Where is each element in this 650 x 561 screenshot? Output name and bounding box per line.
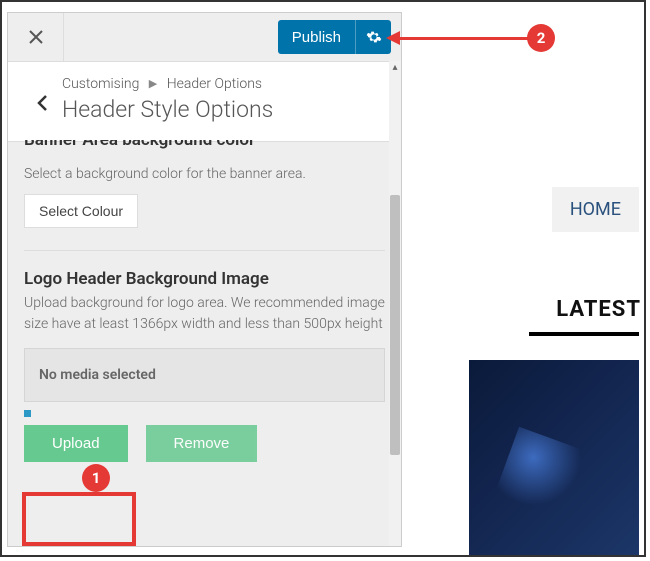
no-media-label: No media selected <box>39 367 156 383</box>
breadcrumb-root: Customising <box>62 76 139 92</box>
latest-heading: LATEST <box>556 297 641 322</box>
banner-section-heading-cut: Banner Area background color <box>24 140 385 150</box>
annotation-badge-2: 2 <box>527 24 555 52</box>
logo-section-heading: Logo Header Background Image <box>24 269 385 289</box>
panel-body: Banner Area background color Select a ba… <box>8 142 401 478</box>
select-colour-button[interactable]: Select Colour <box>24 194 138 228</box>
breadcrumb: Customising ▶ Header Options <box>62 76 387 92</box>
logo-section-desc: Upload background for logo area. We reco… <box>24 293 385 334</box>
resize-handle-icon <box>24 410 31 417</box>
chevron-right-icon: ▶ <box>149 77 157 90</box>
close-icon[interactable] <box>8 13 64 61</box>
annotation-arrow-head <box>386 31 400 45</box>
publish-button[interactable]: Publish <box>278 20 355 54</box>
scroll-up-icon[interactable]: ▴ <box>389 61 401 75</box>
back-button[interactable] <box>22 76 62 112</box>
gear-icon <box>366 29 382 45</box>
page-title: Header Style Options <box>62 96 387 123</box>
upload-button[interactable]: Upload <box>24 425 128 462</box>
breadcrumb-parent: Header Options <box>167 76 262 92</box>
annotation-badge-1: 1 <box>82 464 110 492</box>
nav-home[interactable]: HOME <box>552 187 639 232</box>
site-preview: HOME LATEST <box>402 12 639 550</box>
remove-button[interactable]: Remove <box>146 425 258 462</box>
media-placeholder: No media selected <box>24 348 385 402</box>
scroll-thumb[interactable] <box>390 195 400 455</box>
chevron-left-icon <box>36 94 48 112</box>
post-thumbnail[interactable] <box>469 360 639 555</box>
latest-underline <box>529 332 639 336</box>
annotation-arrow-line <box>399 37 534 40</box>
divider <box>24 250 385 251</box>
customizer-topbar: Publish <box>8 13 401 62</box>
scrollbar[interactable]: ▴ <box>389 61 401 546</box>
customizer-sidebar: Publish Customising ▶ Header Options Hea… <box>7 12 402 547</box>
breadcrumb-panel: Customising ▶ Header Options Header Styl… <box>8 62 401 142</box>
banner-section-desc: Select a background color for the banner… <box>24 164 385 184</box>
